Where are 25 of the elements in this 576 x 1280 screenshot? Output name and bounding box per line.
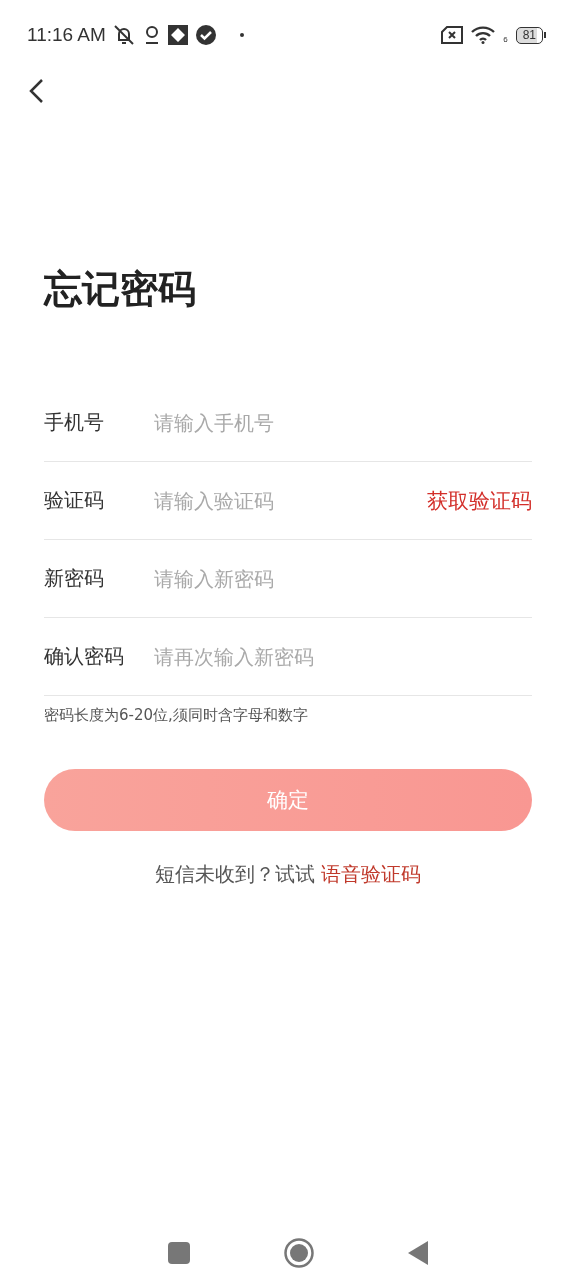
back-icon[interactable] <box>28 78 44 104</box>
input-field[interactable]: 请输入验证码 <box>154 488 427 513</box>
input-field[interactable]: 请输入新密码 <box>154 566 532 591</box>
wifi-icon <box>471 26 496 44</box>
input-field[interactable]: 请再次输入新密码 <box>154 644 532 669</box>
field-label: 新密码 <box>44 565 105 592</box>
battery-level: 81 <box>515 26 543 44</box>
status-time: 11:16 AM <box>27 24 106 46</box>
field-label: 验证码 <box>44 487 105 514</box>
muted-bell-icon <box>111 24 136 46</box>
app-icon <box>167 25 188 45</box>
check-circle-icon <box>195 25 216 45</box>
sim-card-x-icon <box>441 26 464 44</box>
field-label: 手机号 <box>44 409 105 436</box>
get-code-link[interactable]: 获取验证码 <box>427 486 532 515</box>
dot-icon <box>239 33 244 37</box>
footer-text: 短信未收到？试试 语音验证码 <box>153 861 423 888</box>
home-icon[interactable] <box>284 1238 314 1268</box>
input-field[interactable]: 请输入手机号 <box>154 410 532 435</box>
page-title: 忘记密码 <box>44 266 197 313</box>
voice-code-link[interactable]: 语音验证码 <box>321 862 422 886</box>
password-hint: 密码长度为6-20位,须同时含字母和数字 <box>44 706 309 725</box>
field-label: 确认密码 <box>44 643 125 670</box>
recents-icon[interactable] <box>168 1242 190 1264</box>
wifi-label: 6 <box>503 36 508 44</box>
